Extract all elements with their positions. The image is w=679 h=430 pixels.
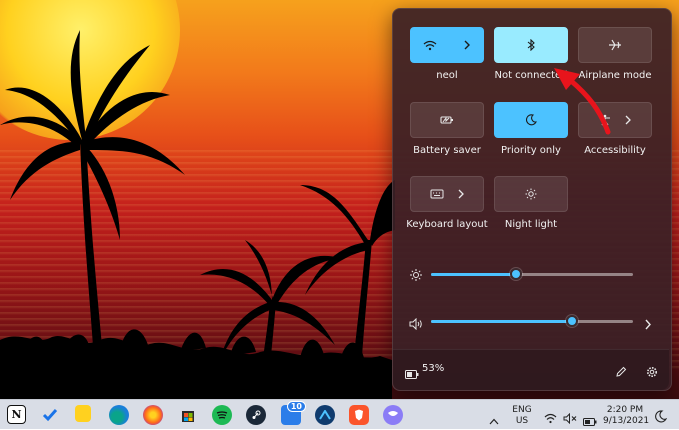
notion-icon[interactable]: N [7, 405, 26, 424]
brightness-fill [431, 273, 516, 276]
clock[interactable]: 2:20 PM 9/13/2021 [603, 405, 650, 427]
clock-time: 2:20 PM [606, 405, 644, 415]
chevron-right-icon[interactable] [625, 115, 632, 125]
app-badge-icon[interactable]: 10 [281, 401, 306, 425]
chevron-up-icon[interactable] [489, 410, 499, 429]
taskbar: N 10 ENG US 2:20 PM 9/13/2021 [0, 399, 679, 429]
pencil-icon[interactable] [615, 363, 627, 382]
brightness-slider-row [409, 266, 655, 282]
brightness-thumb[interactable] [509, 268, 522, 280]
todo-icon[interactable] [40, 405, 60, 425]
quick-settings-footer: 53% [393, 349, 669, 390]
battery-saver-icon [440, 115, 454, 125]
wifi-icon [423, 40, 437, 51]
battery-saver-toggle-button[interactable] [410, 102, 484, 138]
speaker-icon[interactable] [409, 315, 423, 334]
wifi-tile[interactable]: neol [409, 27, 485, 81]
speaker-muted-icon[interactable] [563, 409, 577, 428]
sticky-notes-icon[interactable] [75, 405, 91, 422]
bluetooth-icon [527, 39, 535, 51]
chevron-right-icon[interactable] [464, 40, 471, 50]
night-light-label: Night light [504, 219, 558, 230]
steam-icon[interactable] [246, 405, 266, 425]
accessibility-label: Accessibility [584, 145, 646, 156]
annotation-arrow [554, 68, 611, 135]
language-code: ENG [512, 405, 532, 415]
clock-date: 9/13/2021 [603, 416, 650, 426]
volume-thumb[interactable] [566, 315, 579, 327]
volume-fill [431, 320, 573, 323]
battery-saver-tile[interactable]: Battery saver [409, 102, 485, 156]
brightness-slider[interactable] [431, 268, 633, 280]
quick-settings-panel: neol Not connected Airplane mode Battery… [392, 8, 672, 391]
edge-icon[interactable] [109, 405, 129, 425]
keyboard-icon [430, 189, 444, 199]
gear-icon[interactable] [646, 363, 658, 382]
moon-icon[interactable] [655, 408, 668, 427]
battery-percentage: 53% [422, 363, 445, 374]
brave-icon[interactable] [349, 405, 369, 425]
volume-slider[interactable] [431, 315, 633, 327]
night-light-tile[interactable]: Night light [493, 176, 569, 230]
battery-icon[interactable] [405, 364, 419, 383]
vpn-icon[interactable] [315, 405, 335, 425]
moon-icon [525, 114, 537, 126]
volume-slider-row [409, 313, 655, 331]
chevron-right-icon[interactable] [458, 189, 465, 199]
proton-icon[interactable] [383, 405, 403, 425]
wifi-toggle-button[interactable] [410, 27, 484, 63]
store-icon[interactable] [178, 405, 198, 425]
firefox-icon[interactable] [143, 405, 163, 425]
language-indicator[interactable]: ENG US [508, 405, 536, 427]
battery-icon[interactable] [583, 411, 597, 430]
keyboard-layout-tile[interactable]: Keyboard layout [406, 176, 488, 230]
wifi-icon[interactable] [544, 409, 557, 428]
brightness-icon [409, 267, 423, 286]
chevron-right-icon[interactable] [645, 315, 652, 334]
spotify-icon[interactable] [212, 405, 232, 425]
notification-badge: 10 [286, 401, 306, 412]
keyboard-layout-button[interactable] [410, 176, 484, 212]
sun-icon [525, 188, 537, 200]
night-light-toggle-button[interactable] [494, 176, 568, 212]
region-code: US [515, 416, 529, 426]
